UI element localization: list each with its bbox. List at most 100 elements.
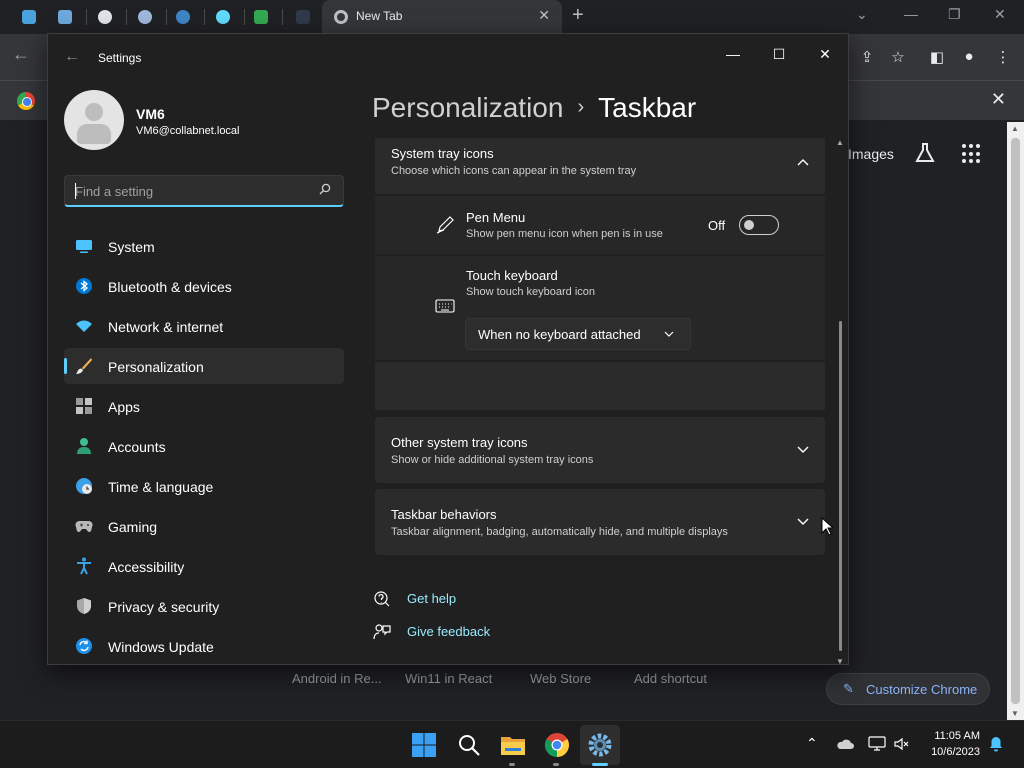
nav-item-apps[interactable]: Apps (64, 388, 344, 424)
network-icon[interactable] (868, 736, 886, 752)
sheet-icon (254, 10, 268, 24)
scroll-down-arrow-icon[interactable]: ▼ (836, 657, 844, 664)
nav-item-gaming[interactable]: Gaming (64, 508, 344, 544)
tab-search-icon[interactable]: ⌄ (856, 6, 868, 23)
chevron-down-icon[interactable] (797, 518, 809, 526)
close-tab-icon[interactable]: ✕ (538, 7, 550, 24)
add-shortcut-tile[interactable]: Add shortcut (634, 671, 707, 686)
scroll-down-arrow-icon[interactable]: ▼ (1011, 709, 1019, 718)
customize-chrome-label: Customize Chrome (866, 682, 978, 697)
taskbar-behaviors-card[interactable]: Taskbar behaviors Taskbar alignment, bad… (375, 489, 825, 555)
touch-keyboard-title: Touch keyboard (466, 268, 558, 283)
nav-item-network[interactable]: Network & internet (64, 308, 344, 344)
search-box[interactable] (64, 175, 344, 207)
scroll-up-arrow-icon[interactable]: ▲ (836, 138, 844, 147)
chrome-logo-icon (17, 92, 35, 110)
pinned-tab-7[interactable] (246, 6, 276, 28)
labs-flask-icon[interactable] (914, 142, 936, 164)
menu-icon[interactable]: ⋮ (994, 48, 1012, 66)
nav-item-system[interactable]: System (64, 228, 344, 264)
site-icon (296, 10, 310, 24)
nav-item-accessibility[interactable]: Accessibility (64, 548, 344, 584)
give-feedback-link[interactable]: Give feedback (407, 624, 490, 639)
taskbar-clock-time[interactable]: 11:05 AM (930, 730, 980, 742)
shield-icon (77, 598, 91, 614)
side-panel-icon[interactable]: ◧ (928, 48, 946, 66)
tab-separator (166, 9, 167, 25)
minimize-button[interactable]: — (710, 40, 756, 68)
minimize-browser-button[interactable]: — (904, 6, 918, 22)
nav-item-bluetooth[interactable]: Bluetooth & devices (64, 268, 344, 304)
settings-scrollbar[interactable]: ▲ ▼ (836, 138, 844, 664)
new-tab-button[interactable]: + (572, 4, 584, 27)
nav-item-personalization[interactable]: Personalization (64, 348, 344, 384)
speaker-muted-icon[interactable] (894, 737, 910, 751)
scroll-thumb[interactable] (1011, 138, 1020, 704)
pen-menu-toggle[interactable] (739, 215, 779, 235)
scroll-thumb[interactable] (839, 321, 842, 651)
pen-menu-state: Off (708, 218, 726, 233)
file-explorer-icon[interactable] (499, 731, 527, 759)
react-atom-icon (216, 10, 230, 24)
chevron-up-icon[interactable]: ⌃ (806, 735, 818, 752)
avatar[interactable] (64, 90, 124, 150)
pinned-tab-8[interactable] (288, 6, 318, 28)
pen-icon (436, 216, 454, 234)
system-tray-card[interactable]: System tray icons Choose which icons can… (375, 138, 825, 194)
shortcut-tile[interactable]: Android in Re... (292, 671, 382, 686)
feedback-icon (373, 624, 391, 640)
back-arrow-icon[interactable]: ← (64, 48, 80, 66)
share-icon[interactable]: ⇪ (858, 48, 876, 66)
google-images-link[interactable]: Images (848, 146, 894, 162)
other-tray-card[interactable]: Other system tray icons Show or hide add… (375, 417, 825, 483)
taskbar-clock-date[interactable]: 10/6/2023 (920, 746, 980, 758)
search-icon[interactable] (455, 731, 483, 759)
shortcut-tile[interactable]: Win11 in React (405, 671, 492, 686)
active-indicator (592, 763, 608, 766)
scroll-up-arrow-icon[interactable]: ▲ (1011, 124, 1019, 133)
notification-bell-icon[interactable] (989, 736, 1003, 752)
chevron-up-icon[interactable] (797, 158, 809, 166)
selection-indicator (64, 358, 67, 374)
pinned-tab-5[interactable] (168, 6, 198, 28)
running-indicator (509, 763, 515, 766)
close-browser-button[interactable]: ✕ (994, 6, 1006, 23)
nav-item-windows-update[interactable]: Windows Update (64, 628, 344, 664)
pinned-tab-3[interactable] (90, 6, 120, 28)
search-input[interactable] (75, 182, 305, 200)
nav-label: Network & internet (108, 319, 224, 335)
profile-icon[interactable]: ● (960, 48, 978, 66)
shortcut-tile[interactable]: Web Store (530, 671, 591, 686)
back-arrow-icon[interactable]: ← (12, 44, 30, 65)
avatar-head (85, 103, 103, 121)
active-tab[interactable]: New Tab ✕ (322, 0, 562, 34)
nav-item-time-language[interactable]: Time & language (64, 468, 344, 504)
get-help-link[interactable]: Get help (407, 591, 456, 606)
windows-start-icon[interactable] (410, 731, 438, 759)
card-title: Other system tray icons (391, 435, 528, 450)
close-infobar-icon[interactable]: ✕ (991, 89, 1006, 110)
maximize-button[interactable]: ☐ (756, 40, 802, 68)
chrome-icon[interactable] (543, 731, 571, 759)
touch-keyboard-dropdown[interactable]: When no keyboard attached (465, 318, 691, 350)
star-icon[interactable]: ☆ (889, 48, 907, 66)
nav-item-accounts[interactable]: Accounts (64, 428, 344, 464)
customize-chrome-button[interactable]: ✎ Customize Chrome (826, 673, 990, 705)
site-icon (138, 10, 152, 24)
settings-gear-icon[interactable] (586, 731, 614, 759)
pinned-tab-4[interactable] (130, 6, 160, 28)
tab-separator (204, 9, 205, 25)
tab-title: New Tab (356, 9, 403, 23)
restore-browser-button[interactable]: ❐ (948, 6, 961, 23)
pinned-tab-1[interactable] (14, 6, 44, 28)
nav-label: Windows Update (108, 639, 214, 655)
google-apps-icon[interactable] (962, 144, 982, 164)
chevron-down-icon[interactable] (797, 446, 809, 454)
close-button[interactable]: ✕ (802, 40, 848, 68)
breadcrumb-parent[interactable]: Personalization (372, 92, 563, 123)
onedrive-icon[interactable] (836, 737, 854, 751)
pinned-tab-2[interactable] (50, 6, 80, 28)
pinned-tab-6[interactable] (208, 6, 238, 28)
nav-item-privacy[interactable]: Privacy & security (64, 588, 344, 624)
page-scrollbar[interactable]: ▲ ▼ (1007, 122, 1024, 720)
